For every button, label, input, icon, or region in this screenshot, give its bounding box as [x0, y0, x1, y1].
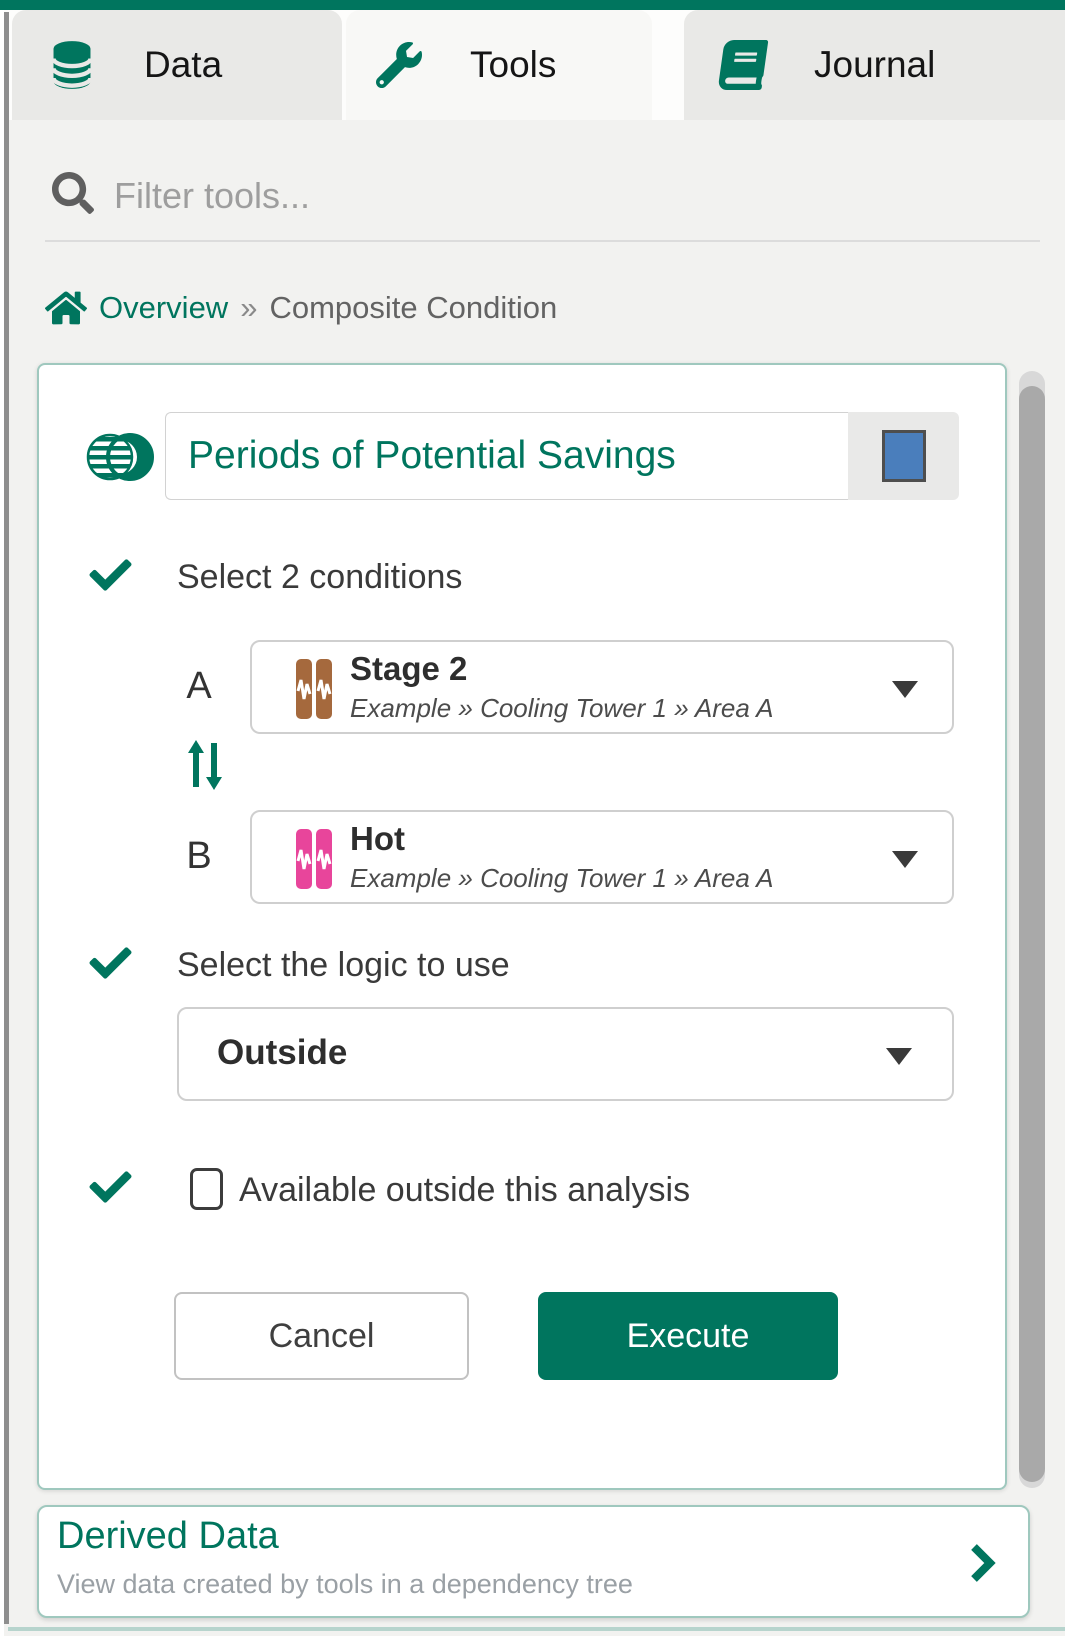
condition-icon	[295, 658, 333, 720]
panel-splitter[interactable]	[4, 12, 9, 1624]
filter-tools-input[interactable]	[112, 160, 996, 232]
condition-a-key: A	[169, 665, 229, 708]
step-complete-check-icon	[87, 554, 134, 596]
seeq-tools-sidebar: Data Tools Journal Overview » Com	[0, 0, 1065, 1636]
divider	[45, 240, 1040, 242]
condition-icon	[295, 828, 333, 890]
tab-journal[interactable]: Journal	[684, 10, 1065, 120]
available-outside-checkbox[interactable]	[190, 1168, 223, 1210]
breadcrumb-overview-link[interactable]: Overview	[99, 290, 228, 326]
condition-a-path: Example » Cooling Tower 1 » Area A	[350, 693, 773, 724]
breadcrumb: Overview » Composite Condition	[45, 283, 1035, 333]
scrollbar-thumb[interactable]	[1019, 386, 1045, 1482]
search-row	[0, 160, 1065, 230]
derived-data-subtitle: View data created by tools in a dependen…	[57, 1569, 633, 1600]
step-complete-check-icon	[87, 1166, 134, 1208]
condition-b-dropdown[interactable]: Hot Example » Cooling Tower 1 » Area A	[250, 810, 954, 904]
chevron-right-icon	[970, 1543, 996, 1583]
condition-b-path: Example » Cooling Tower 1 » Area A	[350, 863, 773, 894]
step-conditions-label: Select 2 conditions	[177, 558, 462, 597]
tab-data[interactable]: Data	[12, 10, 342, 120]
breadcrumb-separator: »	[240, 290, 257, 326]
chevron-down-icon	[892, 681, 918, 698]
bottom-divider	[8, 1627, 1065, 1631]
wrench-icon	[376, 42, 422, 88]
condition-a-name: Stage 2	[350, 650, 467, 688]
logic-dropdown[interactable]: Outside	[177, 1007, 954, 1101]
tab-tools[interactable]: Tools	[346, 10, 652, 120]
search-icon	[52, 172, 94, 214]
cancel-button[interactable]: Cancel	[174, 1292, 469, 1380]
tab-journal-label: Journal	[814, 44, 935, 86]
tool-title-row	[39, 412, 1005, 500]
step-logic-label: Select the logic to use	[177, 946, 510, 985]
color-swatch	[882, 430, 926, 482]
available-outside-label: Available outside this analysis	[239, 1171, 690, 1210]
database-icon	[50, 40, 94, 90]
breadcrumb-current: Composite Condition	[269, 290, 557, 326]
tab-tools-label: Tools	[470, 44, 556, 86]
chevron-down-icon	[892, 851, 918, 868]
tab-data-label: Data	[144, 44, 222, 86]
result-name-input[interactable]	[165, 412, 848, 500]
color-swatch-button[interactable]	[848, 412, 959, 500]
execute-button[interactable]: Execute	[538, 1292, 838, 1380]
condition-a-dropdown[interactable]: Stage 2 Example » Cooling Tower 1 » Area…	[250, 640, 954, 734]
derived-data-card[interactable]: Derived Data View data created by tools …	[37, 1505, 1030, 1618]
chevron-down-icon	[886, 1048, 912, 1065]
swap-conditions-button[interactable]	[185, 737, 225, 793]
journal-book-icon	[716, 40, 769, 90]
condition-b-name: Hot	[350, 820, 405, 858]
logic-selected-value: Outside	[217, 1033, 347, 1073]
tab-strip: Data Tools Journal	[0, 10, 1065, 120]
step-complete-check-icon	[87, 942, 134, 984]
home-icon[interactable]	[45, 289, 87, 327]
condition-b-key: B	[169, 835, 229, 878]
composite-condition-panel: Select 2 conditions A Stage 2 Example » …	[37, 363, 1007, 1490]
derived-data-title: Derived Data	[57, 1515, 279, 1558]
composite-condition-icon	[84, 426, 156, 488]
